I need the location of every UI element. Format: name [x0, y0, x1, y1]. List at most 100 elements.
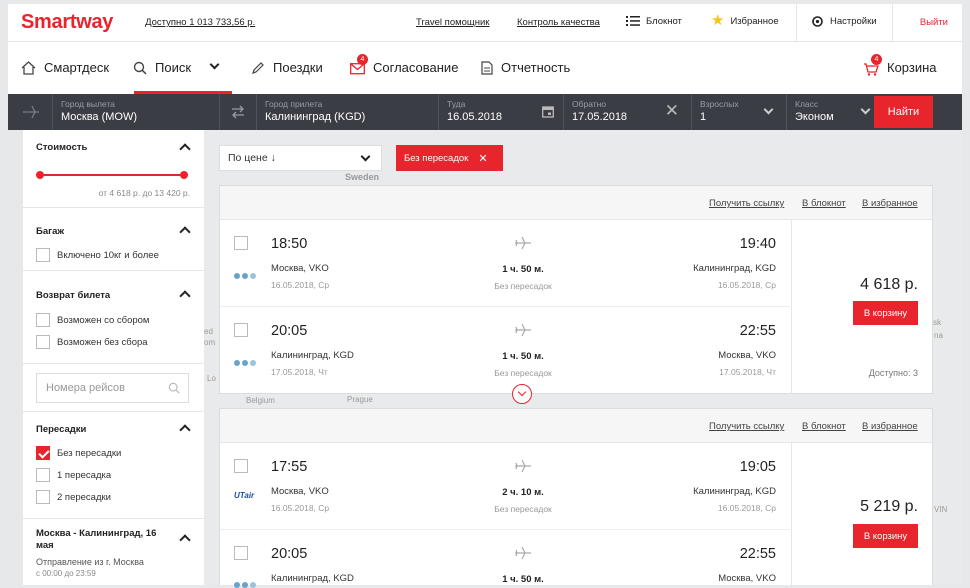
segment-checkbox[interactable] [234, 236, 248, 250]
from-city-label: Город вылета [61, 99, 115, 109]
favorites-button[interactable]: ★ Избранное [711, 13, 779, 28]
plane-icon [515, 546, 531, 560]
swap-cities-button[interactable] [220, 94, 257, 130]
to-notebook-button[interactable]: В блокнот [802, 421, 846, 432]
segment-checkbox[interactable] [234, 459, 248, 473]
nav-search[interactable]: Поиск [133, 59, 220, 75]
flight-numbers-placeholder: Номера рейсов [46, 382, 125, 394]
flight-duration: 2 ч. 10 м. [502, 487, 544, 498]
chevron-down-icon [860, 104, 871, 115]
balance-link[interactable]: Доступно 1 013 733,56 р. [145, 17, 255, 28]
price-column: 4 618 р. В корзину Доступно: 3 [791, 220, 932, 394]
price-range-slider[interactable] [36, 171, 188, 179]
segment-checkbox[interactable] [234, 323, 248, 337]
chevron-up-icon[interactable] [179, 143, 191, 155]
transfer-none-checkbox[interactable] [36, 446, 50, 460]
to-notebook-button[interactable]: В блокнот [802, 198, 846, 209]
notebook-button[interactable]: Блокнот [626, 15, 682, 27]
calendar-icon[interactable] [542, 105, 554, 118]
refund-no-fee-checkbox[interactable] [36, 335, 50, 349]
nav-reports[interactable]: Отчетность [481, 60, 570, 75]
find-button[interactable]: Найти [874, 96, 933, 128]
quality-control-link[interactable]: Контроль качества [517, 17, 600, 28]
filter-chip-no-transfers[interactable]: Без пересадок ✕ [396, 145, 503, 171]
departure-city: Москва, VKO [271, 486, 329, 497]
transfer-one-checkbox[interactable] [36, 468, 50, 482]
filter-chip-label: Без пересадок [404, 152, 469, 164]
filter-transfers: Пересадки Без пересадки 1 пересадка 2 пе… [23, 412, 204, 519]
chevron-down-icon[interactable] [209, 59, 220, 70]
expand-button[interactable] [512, 384, 532, 404]
chevron-down-icon [763, 104, 774, 115]
from-city-value: Москва (MOW) [61, 111, 138, 123]
sort-select[interactable]: По цене ↓ [219, 145, 382, 171]
to-city-value: Калининград (KGD) [265, 111, 366, 123]
refund-with-fee-row[interactable]: Возможен со сбором [36, 313, 149, 327]
back-date-value: 17.05.2018 [572, 111, 628, 123]
settings-button[interactable]: Настройки [811, 15, 877, 28]
add-to-cart-button[interactable]: В корзину [853, 524, 918, 548]
segment-checkbox[interactable] [234, 546, 248, 560]
transfer-two-checkbox[interactable] [36, 490, 50, 504]
transfer-one-row[interactable]: 1 пересадка [36, 468, 111, 482]
chevron-down-icon [517, 387, 527, 397]
nav-trips[interactable]: Поездки [251, 60, 323, 75]
slider-handle-min[interactable] [36, 171, 44, 179]
flight-stops: Без пересадок [494, 368, 552, 378]
there-date-field[interactable]: Туда 16.05.2018 [439, 94, 564, 130]
baggage-checkbox-row[interactable]: Включено 10кг и более [36, 248, 159, 262]
adults-select[interactable]: Взрослых 1 [692, 94, 787, 130]
plane-icon [515, 323, 531, 337]
class-select[interactable]: Класс Эконом [787, 94, 881, 130]
baggage-checkbox[interactable] [36, 248, 50, 262]
airline-logo: UTair [234, 491, 255, 500]
get-link-button[interactable]: Получить ссылку [709, 198, 784, 209]
transfer-two-row[interactable]: 2 пересадки [36, 490, 111, 504]
travel-helper-link[interactable]: Travel помощник [416, 17, 489, 28]
baggage-option-label: Включено 10кг и более [57, 249, 159, 261]
to-favorites-button[interactable]: В избранное [862, 421, 918, 432]
price-range-text: от 4 618 р. до 13 420 р. [98, 188, 190, 198]
flight-numbers-input[interactable]: Номера рейсов [36, 373, 189, 403]
exit-button[interactable]: Выйти [920, 17, 948, 28]
chevron-up-icon[interactable] [179, 290, 191, 302]
flight-segment: 20:05 Калининград, KGD 17.05.2018, Чт 1 … [220, 307, 790, 394]
plane-departure-icon [8, 94, 53, 130]
departure-city: Калининград, KGD [271, 573, 354, 584]
flight-card: Получить ссылку В блокнот В избранное 18… [219, 185, 933, 394]
departure-time: 17:55 [271, 459, 308, 475]
get-link-button[interactable]: Получить ссылку [709, 421, 784, 432]
nav-cart[interactable]: 4 Корзина [863, 53, 937, 76]
filter-refund: Возврат билета Возможен со сбором Возмож… [23, 279, 204, 364]
arrival-time: 22:55 [739, 323, 776, 339]
adults-label: Взрослых [700, 99, 739, 109]
close-icon[interactable]: ✕ [478, 152, 487, 165]
arrival-date: 17.05.2018, Чт [719, 367, 776, 377]
approval-badge: 4 [357, 54, 368, 65]
document-icon [481, 60, 493, 75]
slider-handle-max[interactable] [180, 171, 188, 179]
departure-time: 20:05 [271, 546, 308, 562]
top-bar: Smartway Доступно 1 013 733,56 р. Travel… [8, 4, 962, 42]
refund-no-fee-row[interactable]: Возможен без сбора [36, 335, 148, 349]
to-favorites-button[interactable]: В избранное [862, 198, 918, 209]
back-date-field[interactable]: Обратно 17.05.2018 ✕ [564, 94, 692, 130]
transfer-none-row[interactable]: Без пересадки [36, 446, 121, 460]
search-icon [133, 61, 147, 75]
map-label: om [204, 338, 216, 347]
plane-icon [515, 236, 531, 250]
chevron-up-icon[interactable] [179, 424, 191, 436]
to-city-field[interactable]: Город прилета Калининград (KGD) [257, 94, 439, 130]
logo[interactable]: Smartway [21, 11, 113, 34]
refund-with-fee-checkbox[interactable] [36, 313, 50, 327]
clear-date-icon[interactable]: ✕ [665, 101, 679, 121]
from-city-field[interactable]: Город вылета Москва (MOW) [53, 94, 220, 130]
chevron-up-icon[interactable] [179, 226, 191, 238]
filter-baggage-title: Багаж [36, 226, 65, 237]
arrival-city: Москва, VKO [718, 573, 776, 584]
nav-smartdesk[interactable]: Смартдеск [21, 60, 109, 75]
nav-approval-label: Согласование [373, 60, 459, 75]
chevron-up-icon[interactable] [179, 534, 191, 546]
add-to-cart-button[interactable]: В корзину [853, 301, 918, 325]
nav-approval[interactable]: 4 Согласование [350, 54, 459, 75]
